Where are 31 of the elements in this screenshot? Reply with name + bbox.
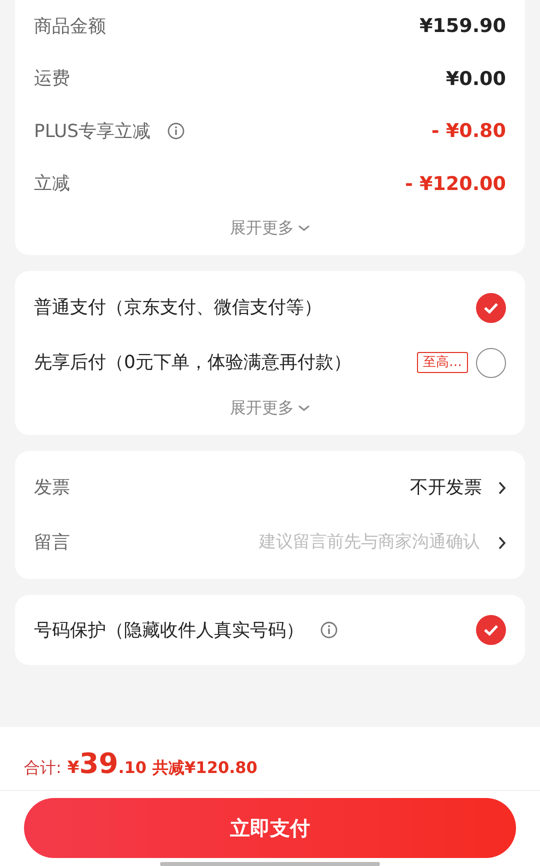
- price-label: 商品金额: [34, 14, 106, 39]
- expand-more-link[interactable]: 展开更多: [230, 216, 310, 240]
- price-value: ¥159.90: [419, 14, 506, 39]
- unchecked-circle[interactable]: [476, 348, 506, 378]
- checked-circle[interactable]: [476, 292, 506, 322]
- chevron-down-icon: [298, 404, 310, 412]
- price-value: ¥0.00: [446, 66, 506, 92]
- check-icon: [483, 302, 499, 314]
- field-value[interactable]: 不开发票: [410, 474, 482, 501]
- check-icon: [483, 624, 499, 636]
- price-value: - ¥0.80: [431, 119, 506, 144]
- checked-circle[interactable]: [476, 615, 506, 645]
- chevron-down-icon: [298, 224, 310, 232]
- promo-tag: 至高…: [417, 352, 468, 374]
- price-label: PLUS专享立减: [34, 120, 151, 144]
- protection-label: 号码保护（隐藏收件人真实号码）: [34, 618, 304, 642]
- price-label: 运费: [34, 67, 70, 92]
- chevron-right-icon: [498, 480, 506, 494]
- chevron-right-icon: [498, 536, 506, 550]
- payment-option[interactable]: 先享后付（0元下单，体验满意再付款）: [34, 349, 352, 376]
- price-value: - ¥120.00: [404, 172, 506, 196]
- saving-text: 共减¥120.80: [152, 757, 258, 779]
- info-icon: [320, 621, 338, 639]
- field-label: 留言: [34, 531, 70, 555]
- field-label: 发票: [34, 476, 70, 500]
- total-label: 合计:: [24, 757, 62, 779]
- price-label: 立减: [34, 172, 70, 196]
- expand-more-link[interactable]: 展开更多: [230, 396, 310, 420]
- pay-button[interactable]: 立即支付: [24, 798, 516, 858]
- total-amount: ¥39.10: [67, 746, 147, 782]
- payment-option[interactable]: 普通支付（京东支付、微信支付等）: [34, 294, 322, 321]
